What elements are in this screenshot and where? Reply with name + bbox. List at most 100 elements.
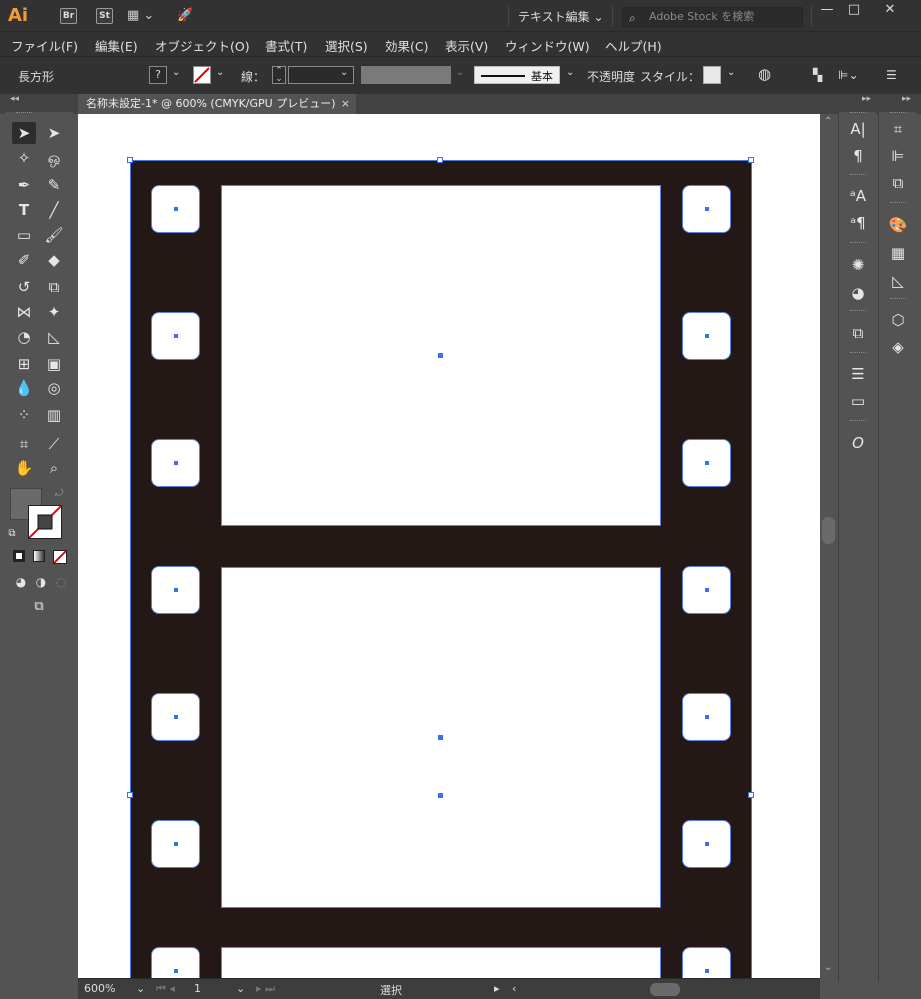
opacity-label[interactable]: 不透明度	[587, 68, 635, 85]
gpu-performance-icon[interactable]: 🚀	[177, 8, 193, 23]
menu-type[interactable]: 書式(T)	[265, 36, 307, 55]
pen-tool-icon[interactable]: ✒	[12, 174, 36, 196]
bounding-box-handle[interactable]	[127, 157, 133, 163]
bridge-button[interactable]: Br	[60, 8, 77, 24]
stroke-swatch[interactable]	[193, 66, 211, 84]
libraries-panel-icon[interactable]: ⬡	[887, 309, 909, 331]
maximize-button[interactable]: □	[840, 2, 868, 20]
color-panel-icon[interactable]: 🎨	[887, 214, 909, 236]
sprocket-hole[interactable]	[151, 185, 200, 233]
graphic-style-swatch[interactable]	[703, 66, 721, 84]
curvature-tool-icon[interactable]: ✎	[42, 174, 66, 196]
paragraph-styles-icon[interactable]: ᵃ¶	[847, 212, 869, 234]
artboard-dropdown-icon[interactable]: ⌄	[236, 982, 245, 995]
menu-select[interactable]: 選択(S)	[325, 36, 368, 55]
close-document-button[interactable]: ×	[341, 94, 350, 114]
variable-width-profile[interactable]	[361, 66, 451, 84]
sprocket-hole[interactable]	[151, 439, 200, 487]
stroke-dropdown-icon[interactable]: ⌄	[216, 67, 224, 78]
rotate-tool-icon[interactable]: ↺	[12, 276, 36, 298]
workspace-switcher[interactable]: テキスト編集 ⌄	[518, 8, 604, 25]
minimize-button[interactable]: —	[813, 2, 841, 20]
menu-help[interactable]: ヘルプ(H)	[605, 36, 662, 55]
magic-wand-tool-icon[interactable]: ✧	[12, 147, 36, 169]
sprocket-hole[interactable]	[151, 566, 200, 614]
sprocket-hole[interactable]	[682, 566, 731, 614]
scroll-left-icon[interactable]: ‹	[512, 982, 516, 995]
none-mode-icon[interactable]	[53, 550, 67, 564]
profile-dropdown-icon[interactable]: ⌄	[456, 67, 464, 78]
selection-tool-icon[interactable]: ➤	[12, 122, 36, 144]
stock-button[interactable]: St	[96, 8, 113, 24]
collapse-toolbox-icon[interactable]: ◂◂	[10, 94, 19, 104]
sprocket-hole[interactable]	[151, 693, 200, 741]
bounding-box-handle[interactable]	[748, 157, 754, 163]
sprocket-hole[interactable]	[151, 947, 200, 978]
first-artboard-icon[interactable]: ⏮ ◂	[156, 982, 175, 996]
character-panel-icon[interactable]: A|	[847, 118, 869, 140]
artboard-tool-icon[interactable]: ⌗	[12, 433, 36, 455]
sprocket-hole[interactable]	[151, 312, 200, 360]
align-icon[interactable]: ▚	[813, 68, 822, 82]
gradient-panel-icon[interactable]: ▭	[847, 390, 869, 412]
eraser-tool-icon[interactable]: ◆	[42, 249, 66, 271]
layers-panel-icon[interactable]: ◈	[887, 336, 909, 358]
mesh-tool-icon[interactable]: ⊞	[12, 353, 36, 375]
puppet-warp-tool-icon[interactable]: ✦	[42, 301, 66, 323]
zoom-dropdown-icon[interactable]: ⌄	[136, 982, 145, 995]
collapse-panels-icon[interactable]: ▸▸	[862, 94, 871, 104]
align-panel-icon[interactable]: ⊫	[887, 145, 909, 167]
status-menu-icon[interactable]: ▸	[494, 982, 500, 995]
eyedropper-tool-icon[interactable]: 💧	[12, 377, 36, 399]
gradient-mode-icon[interactable]	[33, 550, 45, 562]
gradient-tool-icon[interactable]: ▣	[42, 353, 66, 375]
status-mode[interactable]: 選択	[380, 982, 402, 998]
swatches-panel-icon[interactable]: ▦	[887, 242, 909, 264]
swap-colors-icon[interactable]: ⤾	[52, 483, 66, 505]
document-tab[interactable]: 名称未設定-1* @ 600% (CMYK/GPU プレビュー) ×	[78, 94, 356, 114]
recolor-artwork-icon[interactable]: ◍	[758, 65, 771, 83]
artboard-number[interactable]: 1	[194, 982, 201, 995]
perspective-grid-tool-icon[interactable]: ◺	[42, 326, 66, 348]
column-graph-tool-icon[interactable]: ▥	[42, 404, 66, 426]
panel-menu-icon[interactable]: ☰	[886, 68, 897, 82]
stroke-color-swatch[interactable]	[28, 505, 62, 539]
close-window-button[interactable]: ✕	[876, 2, 904, 20]
menu-effect[interactable]: 効果(C)	[385, 36, 428, 55]
horizontal-scroll-thumb[interactable]	[650, 983, 680, 996]
shaper-tool-icon[interactable]: ✐	[12, 249, 36, 271]
character-styles-icon[interactable]: ᵃA	[847, 185, 869, 207]
stroke-panel-icon[interactable]: ☰	[847, 363, 869, 385]
symbol-sprayer-tool-icon[interactable]: ⁘	[12, 404, 36, 426]
menu-edit[interactable]: 編集(E)	[95, 36, 138, 55]
zoom-level[interactable]: 600%	[84, 982, 115, 995]
shape-builder-tool-icon[interactable]: ◔	[12, 326, 36, 348]
stroke-stepper[interactable]: ⌃ ⌄	[272, 66, 286, 84]
bounding-box-handle[interactable]	[437, 157, 443, 163]
sprocket-hole[interactable]	[682, 312, 731, 360]
transform-panel-icon[interactable]: ⌗	[887, 118, 909, 140]
style-dropdown-icon[interactable]: ⌄	[727, 67, 735, 78]
menu-window[interactable]: ウィンドウ(W)	[505, 36, 590, 55]
color-guide-panel-icon[interactable]: ◺	[887, 270, 909, 292]
fill-swatch[interactable]: ?	[149, 66, 167, 84]
sprocket-hole[interactable]	[682, 185, 731, 233]
film-frame[interactable]	[221, 947, 661, 978]
menu-view[interactable]: 表示(V)	[445, 36, 488, 55]
paragraph-panel-icon[interactable]: ¶	[847, 145, 869, 167]
direct-selection-tool-icon[interactable]: ➤	[42, 122, 66, 144]
draw-inside-icon[interactable]: ◌	[49, 571, 73, 593]
arrange-documents-icon[interactable]: ▦ ⌄	[127, 8, 154, 23]
rectangle-tool-icon[interactable]: ▭	[12, 224, 36, 246]
vertical-scrollbar[interactable]: ⌃ ⌄	[820, 114, 837, 978]
default-colors-icon[interactable]: ⧉	[5, 523, 19, 545]
sprocket-hole[interactable]	[682, 693, 731, 741]
scroll-up-icon[interactable]: ⌃	[824, 116, 832, 127]
transparency-panel-icon[interactable]: ⧉	[847, 322, 869, 344]
appearance-panel-icon[interactable]: ✺	[847, 254, 869, 276]
paintbrush-tool-icon[interactable]: 🖌	[42, 224, 66, 246]
stock-search-input[interactable]: ⌕ Adobe Stock を検索	[622, 7, 803, 27]
graphic-styles-icon[interactable]: ◕	[847, 282, 869, 304]
vertical-scroll-thumb[interactable]	[822, 517, 835, 544]
line-tool-icon[interactable]: ╱	[42, 199, 66, 221]
